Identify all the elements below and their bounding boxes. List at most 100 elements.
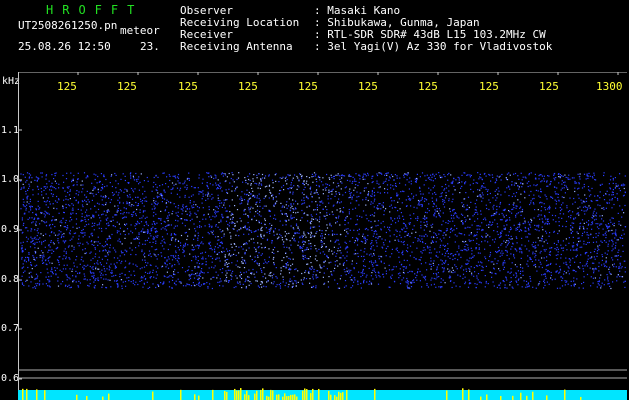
noise-dot — [438, 214, 440, 216]
noise-dot — [90, 192, 92, 194]
noise-dot — [577, 188, 579, 190]
noise-dot — [310, 262, 312, 264]
noise-dot — [348, 211, 350, 213]
noise-dot — [401, 279, 403, 281]
noise-dot — [441, 176, 443, 179]
noise-dot — [244, 260, 246, 262]
noise-dot — [144, 259, 146, 261]
noise-dot — [391, 200, 393, 202]
noise-dot — [321, 244, 323, 246]
noise-dot — [167, 215, 169, 217]
noise-dot — [31, 268, 33, 270]
noise-dot — [365, 175, 367, 177]
noise-dot — [72, 179, 74, 182]
noise-dot — [265, 227, 267, 229]
noise-dot — [460, 187, 462, 189]
noise-dot — [310, 268, 312, 271]
noise-dot — [452, 254, 454, 257]
noise-dot — [83, 268, 85, 270]
noise-dot — [461, 185, 463, 187]
noise-dot — [480, 177, 482, 179]
noise-dot — [332, 253, 334, 255]
noise-dot — [177, 240, 180, 242]
noise-dot — [561, 208, 563, 210]
noise-dot — [426, 223, 428, 225]
noise-dot — [615, 245, 617, 247]
noise-dot — [490, 180, 492, 182]
noise-dot — [617, 254, 619, 257]
noise-dot — [364, 237, 366, 239]
noise-dot — [295, 208, 297, 210]
noise-dot — [556, 258, 558, 260]
noise-dot — [233, 286, 235, 289]
noise-dot — [32, 189, 34, 191]
noise-dot — [528, 233, 530, 235]
noise-dot — [262, 207, 264, 209]
noise-dot — [481, 262, 483, 264]
noise-dot — [213, 276, 215, 278]
noise-dot — [396, 230, 398, 232]
noise-dot — [47, 279, 49, 281]
noise-dot — [526, 263, 528, 265]
noise-dot — [334, 264, 336, 266]
noise-dot — [579, 225, 581, 227]
noise-dot — [81, 204, 84, 206]
noise-dot — [175, 183, 177, 185]
noise-dot — [152, 271, 154, 274]
noise-dot — [210, 176, 213, 178]
noise-dot — [365, 187, 367, 189]
noise-dot — [493, 285, 495, 287]
noise-dot — [202, 263, 204, 265]
noise-dot — [510, 271, 512, 273]
noise-dot — [546, 181, 548, 183]
noise-dot — [168, 281, 170, 283]
noise-dot — [564, 174, 566, 176]
noise-dot — [448, 200, 450, 202]
noise-dot — [274, 246, 276, 249]
noise-dot — [101, 286, 103, 288]
noise-dot — [342, 211, 344, 213]
noise-dot — [241, 287, 243, 289]
noise-dot — [607, 280, 609, 282]
noise-dot — [509, 284, 511, 286]
noise-dot — [46, 268, 48, 270]
noise-dot — [479, 281, 481, 283]
noise-dot — [199, 285, 201, 287]
noise-dot — [525, 286, 527, 288]
noise-dot — [515, 214, 517, 216]
noise-dot — [293, 185, 295, 187]
noise-dot — [410, 286, 413, 288]
noise-dot — [303, 199, 305, 202]
noise-dot — [336, 233, 338, 235]
noise-dot — [84, 199, 86, 201]
noise-dot — [387, 245, 389, 248]
noise-dot — [330, 271, 332, 273]
noise-dot — [83, 273, 85, 275]
noise-dot — [242, 226, 244, 229]
noise-dot — [339, 246, 342, 248]
noise-dot — [624, 260, 626, 262]
noise-dot — [410, 180, 412, 182]
noise-dot — [264, 177, 266, 179]
noise-dot — [191, 260, 193, 262]
noise-dot — [368, 191, 370, 193]
noise-dot — [25, 193, 27, 195]
noise-dot — [489, 251, 492, 254]
noise-dot — [93, 173, 95, 175]
noise-dot — [163, 238, 165, 240]
noise-dot — [453, 217, 455, 219]
noise-dot — [155, 286, 157, 289]
noise-dot — [182, 205, 184, 207]
noise-dot — [61, 222, 63, 224]
noise-dot — [368, 267, 370, 269]
noise-dot — [350, 192, 352, 194]
noise-dot — [41, 194, 43, 196]
noise-dot — [299, 246, 301, 248]
noise-dot — [452, 258, 454, 261]
noise-dot — [71, 179, 73, 181]
noise-dot — [71, 268, 74, 270]
noise-dot — [58, 242, 60, 244]
noise-dot — [211, 287, 213, 290]
noise-dot — [496, 208, 498, 211]
noise-dot — [614, 196, 616, 198]
